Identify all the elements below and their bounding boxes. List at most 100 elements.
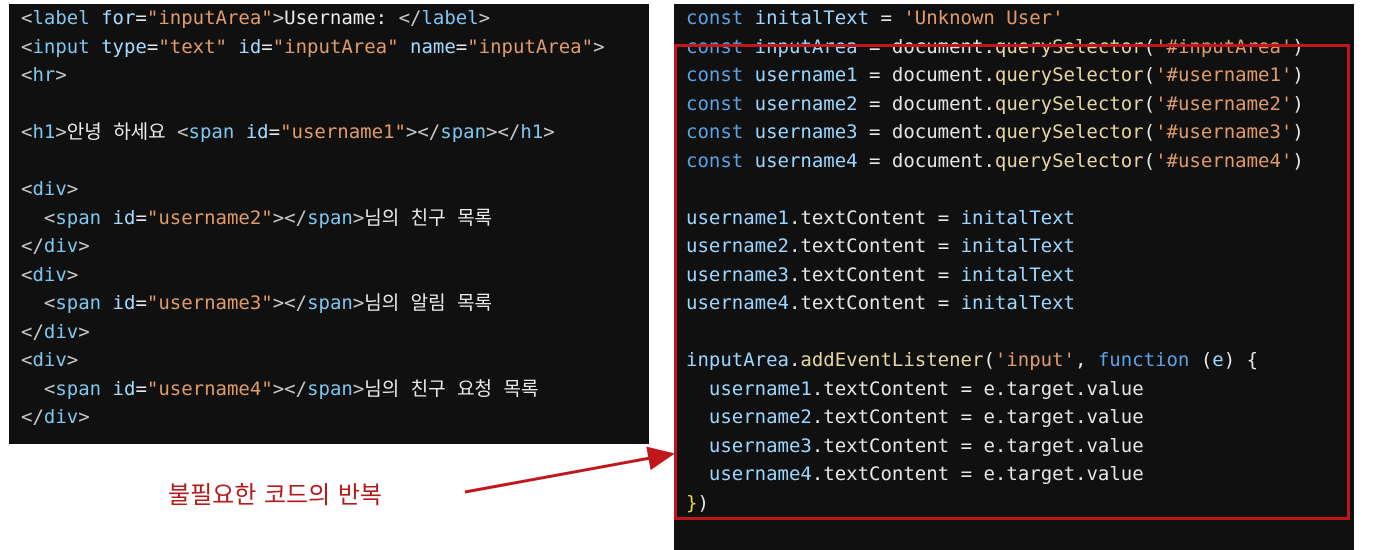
code-token: = [857, 35, 892, 58]
code-token: textContent [823, 434, 950, 457]
code-token: const [686, 64, 755, 86]
js-code-panel: const initalText = 'Unknown User' const i… [674, 4, 1354, 550]
code-token: < [21, 178, 33, 200]
code-line: const initalText = 'Unknown User' [686, 4, 1354, 33]
code-token: target [1006, 377, 1076, 400]
code-token: . [994, 377, 1007, 400]
code-token: document [891, 35, 984, 58]
code-token: > [66, 178, 79, 200]
code-token: Username: [284, 7, 399, 29]
code-token: e [983, 434, 995, 457]
code-token: e [1212, 349, 1224, 371]
code-token: < [21, 121, 33, 143]
code-token: e [983, 406, 995, 428]
code-line: <span id="username2"></span>님의 친구 목록 [21, 204, 649, 233]
code-token: . [788, 263, 801, 286]
code-line: username3.textContent = initalText [686, 261, 1354, 290]
code-token: "username4" [146, 377, 273, 400]
code-token: </ [21, 406, 44, 428]
code-token: 님의 친구 요청 목록 [364, 377, 539, 400]
code-token: const [686, 121, 755, 143]
code-token: inputArea [686, 349, 789, 371]
code-line: inputArea.addEventListener('input', func… [686, 346, 1354, 375]
code-token: < [43, 292, 56, 314]
code-token: = [926, 235, 961, 257]
code-token: id [234, 121, 269, 143]
code-token: 'input' [994, 349, 1075, 371]
code-token: id [101, 292, 136, 314]
code-token: . [788, 235, 801, 257]
code-token: > [543, 121, 555, 143]
code-token: ( [1143, 35, 1156, 58]
code-line: const inputArea = document.querySelector… [686, 33, 1354, 62]
code-token: textContent [800, 292, 927, 314]
code-token: "username2" [146, 206, 273, 229]
code-token: username2 [708, 406, 812, 428]
code-line: <label for="inputArea">Username: </label… [21, 4, 649, 33]
code-token: document [891, 149, 984, 172]
code-token: = [949, 434, 984, 457]
code-token: username3 [708, 434, 812, 457]
code-token: username4 [754, 149, 858, 172]
code-token: const [686, 92, 755, 115]
code-token: ) [1292, 149, 1304, 172]
code-token: id [226, 35, 262, 58]
code-token: e [983, 463, 995, 485]
code-line: </div> [21, 232, 649, 261]
code-line: username2.textContent = initalText [686, 232, 1354, 261]
code-line: const username2 = document.querySelector… [686, 90, 1354, 119]
code-token: initalText [960, 263, 1075, 286]
code-token: = [926, 292, 961, 314]
code-token: < [43, 206, 56, 229]
code-token: ) [1292, 64, 1304, 86]
code-token: value [1086, 406, 1144, 428]
code-token: hr [32, 64, 56, 86]
code-token: ( [983, 349, 995, 371]
code-token: name [398, 35, 456, 58]
code-token: ></ [405, 121, 441, 143]
code-token: '#username3' [1155, 121, 1293, 143]
code-token: = [857, 149, 892, 172]
annotation-label: 불필요한 코드의 반복 [168, 481, 382, 509]
code-token: username3 [686, 263, 789, 286]
code-token: "username3" [146, 292, 273, 314]
html-code-panel: <label for="inputArea">Username: </label… [9, 4, 649, 444]
code-token: document [891, 121, 984, 143]
code-token: textContent [823, 463, 950, 485]
code-token: h1 [520, 121, 544, 143]
code-token: . [1075, 434, 1087, 457]
code-token: . [811, 463, 824, 485]
code-token: document [891, 92, 984, 115]
code-token: div [32, 349, 67, 371]
code-token: < [177, 121, 189, 143]
code-token: , [1074, 349, 1098, 371]
code-token: . [983, 92, 995, 115]
code-line: const username3 = document.querySelector… [686, 118, 1354, 147]
code-token: = [135, 7, 147, 29]
code-token: ></ [272, 377, 308, 400]
code-token: . [788, 349, 801, 371]
code-token: > [55, 64, 67, 86]
code-token: span [307, 292, 353, 314]
code-token: = [949, 406, 984, 428]
code-token: "username1" [280, 121, 406, 143]
code-line: username4.textContent = e.target.value [686, 460, 1354, 489]
code-token: . [983, 35, 995, 58]
code-token: const [686, 7, 755, 29]
code-token: ></ [272, 292, 308, 314]
code-token: = [135, 377, 147, 400]
code-token: textContent [800, 263, 927, 286]
code-token: </ [21, 320, 44, 343]
code-token: . [811, 377, 824, 400]
code-token: '#username1' [1155, 64, 1293, 86]
code-token: = [949, 463, 984, 485]
code-token: = [857, 121, 892, 143]
code-token: const [686, 35, 755, 58]
code-token: "text" [158, 35, 227, 58]
code-token: . [1075, 463, 1087, 485]
code-token: username4 [708, 463, 812, 485]
